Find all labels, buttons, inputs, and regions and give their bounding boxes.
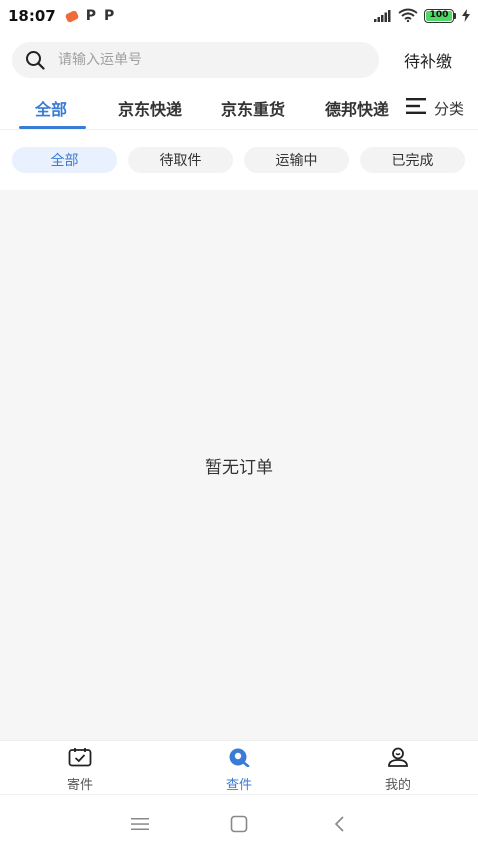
menu-icon[interactable] (129, 813, 151, 835)
wifi-icon (398, 7, 418, 26)
nav-track-label: 查件 (225, 778, 252, 793)
active-tab-indicator (19, 126, 86, 129)
system-navigation-bar (0, 794, 478, 850)
notification-icons: P P (64, 8, 115, 24)
tab-jd-heavy-freight[interactable]: 京东重货 (221, 96, 285, 120)
classify-label: 分类 (433, 99, 464, 118)
send-package-icon (68, 747, 92, 771)
category-tabs: 全部 京东快递 京东重货 德邦快递 分类 (0, 86, 478, 130)
home-icon[interactable] (228, 813, 250, 835)
status-bar: 18:07 P P 100 (0, 0, 478, 32)
waybill-search-input[interactable] (58, 52, 338, 68)
track-package-icon (227, 747, 251, 771)
list-menu-icon (405, 98, 428, 118)
filter-chip-awaiting-pickup[interactable]: 待取件 (128, 147, 233, 173)
status-filter-chips: 全部 待取件 运输中 已完成 (12, 147, 466, 173)
charging-icon (462, 7, 470, 26)
tab-all[interactable]: 全部 (35, 96, 67, 120)
tab-jd-express[interactable]: 京东快递 (118, 96, 182, 120)
back-icon[interactable] (329, 813, 351, 835)
search-row: 待补缴 (12, 42, 466, 78)
battery-icon: 100 (424, 9, 456, 23)
status-indicators: 100 (374, 7, 470, 26)
nav-send[interactable]: 寄件 (40, 747, 120, 793)
nav-mine[interactable]: 我的 (358, 747, 438, 793)
pending-payment-button[interactable]: 待补缴 (404, 48, 452, 72)
status-time: 18:07 (8, 7, 56, 25)
empty-state-message: 暂无订单 (205, 457, 273, 478)
filter-chip-completed[interactable]: 已完成 (360, 147, 465, 173)
nav-send-label: 寄件 (66, 778, 93, 793)
bottom-navigation: 寄件 查件 我的 (0, 740, 478, 794)
nav-mine-label: 我的 (384, 778, 411, 793)
classify-button[interactable]: 分类 (401, 94, 478, 122)
tab-deppon-express[interactable]: 德邦快递 (325, 96, 389, 120)
p-notification-icon: P (104, 8, 115, 24)
filter-chip-in-transit[interactable]: 运输中 (244, 147, 349, 173)
nav-track[interactable]: 查件 (199, 747, 279, 793)
search-box[interactable] (12, 42, 379, 78)
search-icon (24, 49, 46, 71)
signal-icon (374, 7, 392, 26)
profile-icon (386, 747, 410, 771)
app-notification-icon (64, 9, 80, 23)
filter-chip-all[interactable]: 全部 (12, 147, 117, 173)
order-list-area: 暂无订单 (0, 190, 478, 740)
p-notification-icon: P (85, 8, 97, 24)
